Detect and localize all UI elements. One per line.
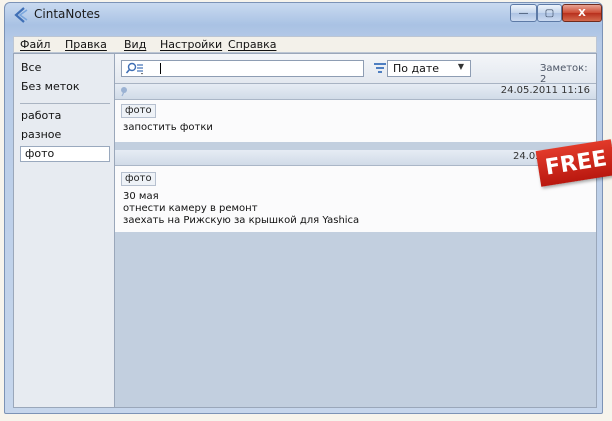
menu-settings[interactable]: Настройки <box>160 38 222 51</box>
menu-edit[interactable]: Правка <box>65 38 107 51</box>
pin-icon <box>121 87 127 97</box>
note-text: отнести камеру в ремонт <box>123 203 258 214</box>
notes-list: 24.05.2011 11:16 фото запостить фотки 24… <box>115 84 596 407</box>
sidebar-item-untagged[interactable]: Без меток <box>21 80 80 93</box>
sidebar-item-foto[interactable]: фото <box>20 146 110 162</box>
sort-icon[interactable] <box>373 61 387 75</box>
note-text: запостить фотки <box>123 122 213 133</box>
sort-dropdown[interactable]: По дате ▼ <box>387 60 471 77</box>
note-date: 24.05.2011 11:16 <box>500 85 590 96</box>
text-caret <box>160 63 161 74</box>
main-area: Все Без меток работа разное фото По дате… <box>13 53 597 408</box>
note-tag[interactable]: фото <box>121 172 156 186</box>
chevron-down-icon: ▼ <box>457 62 464 71</box>
close-icon: X <box>578 7 586 19</box>
cintanotes-logo-icon <box>14 7 28 23</box>
note-count: Заметок: 2 <box>540 63 588 85</box>
note-text: 30 мая <box>123 191 159 202</box>
menu-view[interactable]: Вид <box>124 38 146 51</box>
menu-help[interactable]: Справка <box>228 38 276 51</box>
search-input[interactable] <box>121 60 364 77</box>
app-window: CintaNotes — ▢ X Файл Правка Вид Настрой… <box>4 2 603 414</box>
sort-label: По дате <box>393 62 440 75</box>
note-text: заехать на Рижскую за крышкой для Yashic… <box>123 215 360 226</box>
note-tag[interactable]: фото <box>121 104 156 118</box>
toolbar: По дате ▼ Заметок: 2 <box>115 54 596 85</box>
minimize-button[interactable]: — <box>510 4 537 22</box>
menu-file[interactable]: Файл <box>20 38 50 51</box>
tags-sidebar: Все Без меток работа разное фото <box>14 54 115 407</box>
title-bar[interactable]: CintaNotes — ▢ X <box>5 3 602 27</box>
note-item[interactable]: фото 30 мая отнести камеру в ремонт заех… <box>115 166 596 232</box>
maximize-button[interactable]: ▢ <box>537 4 562 22</box>
sidebar-item-rabota[interactable]: работа <box>21 109 61 122</box>
minimize-icon: — <box>518 7 529 19</box>
sidebar-item-raznoe[interactable]: разное <box>21 128 61 141</box>
maximize-icon: ▢ <box>544 7 555 19</box>
note-item[interactable]: фото запостить фотки <box>115 100 596 142</box>
search-icon <box>125 62 143 75</box>
close-button[interactable]: X <box>562 4 602 22</box>
menu-bar: Файл Правка Вид Настройки Справка <box>13 36 597 53</box>
sidebar-item-all[interactable]: Все <box>21 61 41 74</box>
window-title: CintaNotes <box>34 7 101 21</box>
note-header: 24.05.2011 1 <box>115 150 596 166</box>
sidebar-divider <box>20 103 110 104</box>
note-header: 24.05.2011 11:16 <box>115 84 596 100</box>
